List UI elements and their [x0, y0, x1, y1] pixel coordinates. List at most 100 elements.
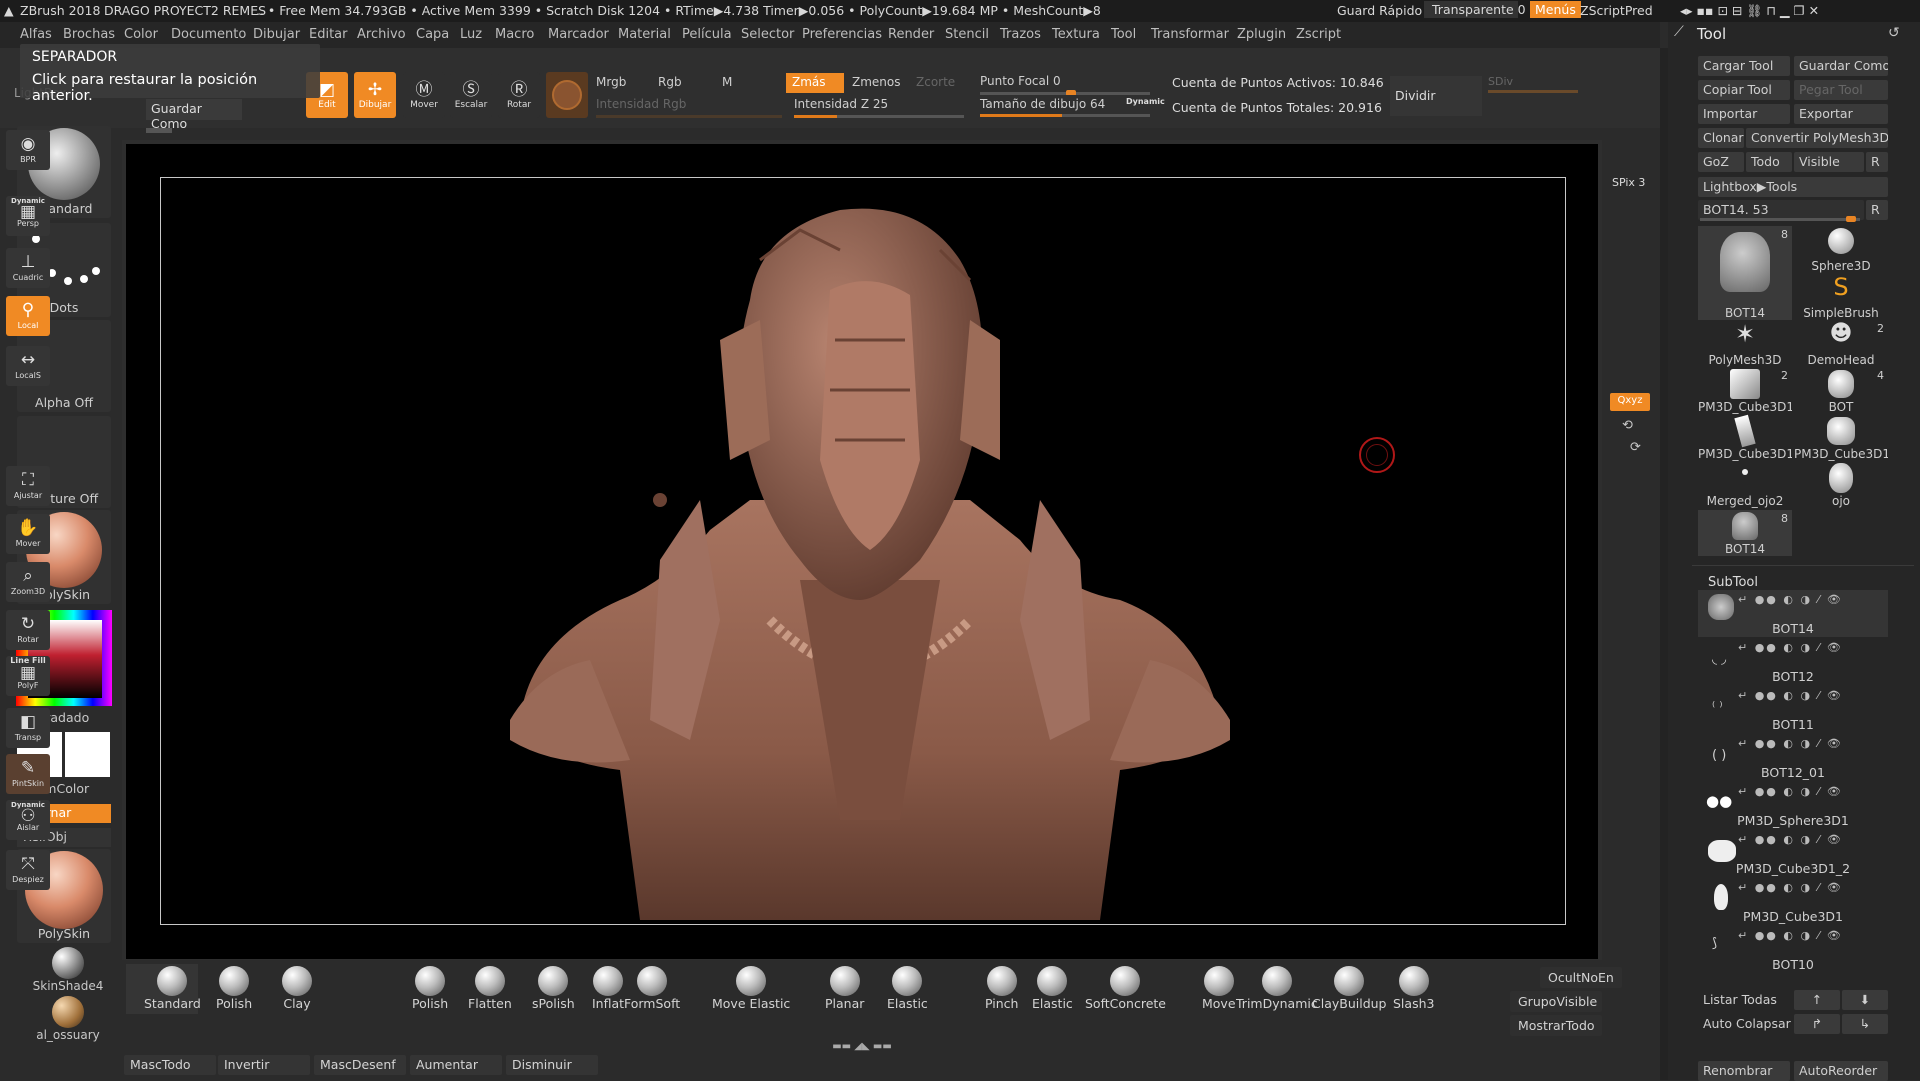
export-button[interactable]: Exportar: [1794, 104, 1888, 124]
move-view-button[interactable]: ✋ Mover: [6, 514, 50, 554]
rotate-z-icon[interactable]: ⟳: [1630, 440, 1641, 455]
tool-thumb[interactable]: ojo: [1794, 461, 1888, 508]
polyframe-button[interactable]: Line Fill ▦ PolyF: [6, 656, 50, 696]
window-controls[interactable]: ◂▸ ▪▪ ⊡ ⊟ ⛓ ⊓ ▁ ❐ ✕: [1680, 3, 1819, 19]
menu-luz[interactable]: Luz: [460, 27, 482, 42]
goz-button[interactable]: GoZ: [1698, 152, 1744, 172]
menu-textura[interactable]: Textura: [1052, 27, 1100, 42]
menu-zscript[interactable]: Zscript: [1296, 27, 1341, 42]
make-polymesh-button[interactable]: Convertir PolyMesh3D: [1746, 128, 1888, 148]
subtool-controls[interactable]: ↵ ●● ◐ ◑ ⁄ 👁: [1738, 833, 1843, 846]
menu-alfas[interactable]: Alfas: [20, 27, 52, 42]
subtool-title[interactable]: SubTool: [1708, 575, 1758, 590]
sdiv-slider[interactable]: SDiv: [1488, 75, 1513, 88]
tool-thumb[interactable]: 4 BOT: [1794, 367, 1888, 414]
import-button[interactable]: Importar: [1698, 104, 1790, 124]
subtool-item[interactable]: ( ) ↵ ●● ◐ ◑ ⁄ 👁 BOT12_01: [1698, 734, 1888, 781]
brush-move[interactable]: Move: [1202, 966, 1236, 1011]
brush-formsoft[interactable]: FormSoft: [624, 966, 680, 1011]
transparency-slider[interactable]: Transparente 0: [1424, 1, 1526, 18]
brush-elastic[interactable]: Elastic: [887, 966, 928, 1011]
scale-button[interactable]: Ⓢ Escalar: [450, 72, 492, 118]
subtool-item[interactable]: ⁽ ⁾ ↵ ●● ◐ ◑ ⁄ 👁 BOT11: [1698, 686, 1888, 733]
tool-thumb[interactable]: 8 BOT14: [1698, 226, 1792, 320]
collapse-handle[interactable]: ▬▬ ◢◣ ▬▬: [798, 1042, 926, 1052]
rgb-button[interactable]: Rgb: [652, 73, 716, 93]
list-all-button[interactable]: Listar Todas: [1698, 990, 1792, 1010]
menu-render[interactable]: Render: [888, 27, 934, 42]
subtool-controls[interactable]: ↵ ●● ◐ ◑ ⁄ 👁: [1738, 785, 1843, 798]
subtool-controls[interactable]: ↵ ●● ◐ ◑ ⁄ 👁: [1738, 593, 1843, 606]
brush-trimdynamic[interactable]: TrimDynamic: [1236, 966, 1318, 1011]
subtool-controls[interactable]: ↵ ●● ◐ ◑ ⁄ 👁: [1738, 641, 1843, 654]
auto-collapse-button[interactable]: Auto Colapsar: [1698, 1014, 1792, 1034]
lightbox-tools-button[interactable]: Lightbox▶Tools: [1698, 177, 1888, 197]
z-intensity-track[interactable]: [794, 115, 964, 118]
divide-button[interactable]: Dividir: [1390, 76, 1482, 116]
subtool-item[interactable]: ●● ↵ ●● ◐ ◑ ⁄ 👁 PM3D_Sphere3D1: [1698, 782, 1888, 829]
menu-marcador[interactable]: Marcador: [548, 27, 609, 42]
menu-trazos[interactable]: Trazos: [1000, 27, 1041, 42]
current-tool-slider[interactable]: BOT14. 53: [1698, 200, 1864, 220]
tool-thumb[interactable]: ☻ 2 DemoHead: [1794, 320, 1888, 367]
show-all-button[interactable]: MostrarTodo: [1510, 1015, 1602, 1036]
move-down-icon[interactable]: ⬇: [1842, 990, 1888, 1010]
brush-standard[interactable]: Standard: [144, 966, 201, 1011]
transp-button[interactable]: ◧ Transp: [6, 708, 50, 748]
sdiv-track[interactable]: [1488, 90, 1578, 93]
tool-thumb[interactable]: S SimpleBrush: [1794, 273, 1888, 320]
rgb-intensity-slider[interactable]: Intensidad Rgb: [590, 95, 780, 115]
tool-thumb[interactable]: 2 PM3D_Cube3D1: [1698, 367, 1792, 414]
brush-polish-2[interactable]: Polish: [412, 966, 448, 1011]
sculpt-model[interactable]: [500, 200, 1240, 940]
menu-macro[interactable]: Macro: [495, 27, 534, 42]
color-swatch-button[interactable]: [546, 72, 588, 118]
menu-pelicula[interactable]: Película: [682, 27, 732, 42]
m-button[interactable]: M: [716, 73, 780, 93]
quick-save-button[interactable]: Guard Rápido: [1337, 3, 1422, 18]
tool-thumb[interactable]: PM3D_Cube3D1_: [1794, 414, 1888, 461]
rename-button[interactable]: Renombrar: [1698, 1061, 1790, 1081]
draw-size-track[interactable]: [980, 114, 1150, 117]
zoom-button[interactable]: ⌕ Zoom3D: [6, 562, 50, 602]
brush-flatten[interactable]: Flatten: [468, 966, 512, 1011]
menu-material[interactable]: Material: [618, 27, 671, 42]
zadd-button[interactable]: Zmás: [786, 73, 844, 93]
subtool-item[interactable]: ◟ ◞ ↵ ●● ◐ ◑ ⁄ 👁 BOT12: [1698, 638, 1888, 685]
load-tool-button[interactable]: Cargar Tool: [1698, 56, 1790, 76]
grow-mask-button[interactable]: Aumentar: [410, 1055, 502, 1075]
separator-handle[interactable]: [146, 128, 172, 133]
draw-button[interactable]: ✢ Dibujar: [354, 72, 396, 118]
local-button[interactable]: ⚲ Local: [6, 296, 50, 336]
copy-tool-button[interactable]: Copiar Tool: [1698, 80, 1790, 100]
zsub-button[interactable]: Zmenos: [846, 73, 910, 93]
tool-thumb[interactable]: ✶ PolyMesh3D: [1698, 320, 1792, 367]
brush-spolish[interactable]: sPolish: [532, 966, 575, 1011]
menu-tool[interactable]: Tool: [1111, 27, 1136, 42]
menu-preferencias[interactable]: Preferencias: [802, 27, 882, 42]
floor-button[interactable]: ⊥ Cuadric: [6, 248, 50, 288]
subtool-controls[interactable]: ↵ ●● ◐ ◑ ⁄ 👁: [1738, 881, 1843, 894]
menu-brochas[interactable]: Brochas: [63, 27, 115, 42]
brush-clay[interactable]: Clay: [282, 966, 312, 1011]
menu-documento[interactable]: Documento: [171, 27, 246, 42]
goz-r-button[interactable]: R: [1866, 152, 1888, 172]
invert-mask-button[interactable]: Invertir: [218, 1055, 310, 1075]
subtool-item[interactable]: ↵ ●● ◐ ◑ ⁄ 👁 PM3D_Cube3D1_2: [1698, 830, 1888, 877]
move-up-icon[interactable]: ↑: [1794, 990, 1840, 1010]
menu-dibujar[interactable]: Dibujar: [253, 27, 300, 42]
subtool-controls[interactable]: ↵ ●● ◐ ◑ ⁄ 👁: [1738, 737, 1843, 750]
menu-capa[interactable]: Capa: [416, 27, 449, 42]
move-button[interactable]: Ⓜ Mover: [403, 72, 445, 118]
autoreorder-button[interactable]: AutoReorder: [1794, 1061, 1888, 1081]
xyz-button[interactable]: Qxyz: [1610, 393, 1650, 411]
draw-size-slider[interactable]: Tamaño de dibujo 64: [974, 95, 1124, 115]
menu-archivo[interactable]: Archivo: [357, 27, 406, 42]
mrgb-button[interactable]: Mrgb: [590, 73, 654, 93]
brush-elastic-2[interactable]: Elastic: [1032, 966, 1073, 1011]
rgb-intensity-track[interactable]: [596, 115, 782, 118]
panel-divider[interactable]: [1660, 48, 1668, 1080]
brush-slash3[interactable]: Slash3: [1393, 966, 1434, 1011]
spix-slider[interactable]: SPix 3: [1612, 176, 1645, 189]
secondary-color-swatch[interactable]: [65, 732, 110, 777]
